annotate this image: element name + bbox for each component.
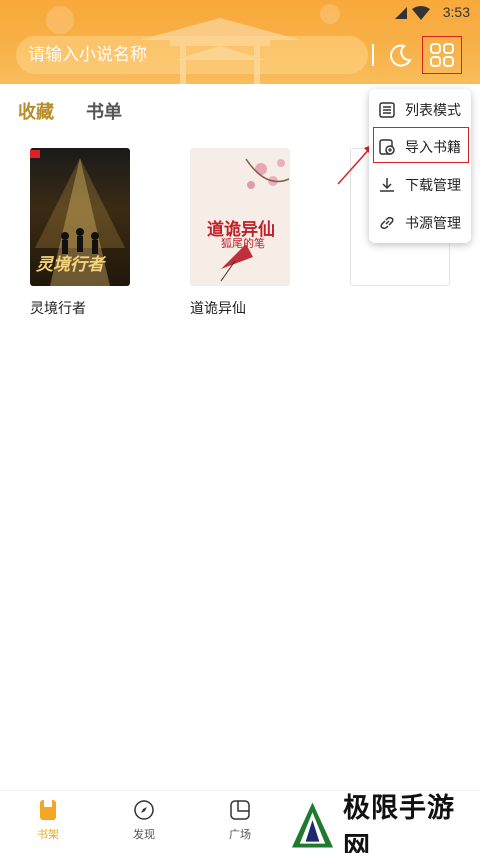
link-icon [380,216,394,230]
book-title: 道诡异仙 [190,301,246,317]
moon-icon[interactable] [388,42,414,68]
nav-label: 书架 [37,828,59,841]
search-divider [372,44,374,66]
nav-item-discover[interactable]: 发现 [120,799,168,847]
signal-icon [395,7,407,19]
book-item[interactable]: 道诡异仙 狐尾的笔 道诡异仙 [190,148,290,318]
status-bar: 3:53 [0,0,480,26]
site-watermark: 极限手游网 [284,793,480,853]
book-item[interactable]: 灵境行者 灵境行者 [30,148,130,318]
menu-item-source-manager[interactable]: 书源管理 [369,204,471,242]
menu-item-download-manager[interactable]: 下载管理 [369,166,471,204]
nav-label: 广场 [229,828,251,841]
square-icon [230,800,250,820]
grid-menu-button[interactable] [422,36,462,74]
menu-item-label: 列表模式 [405,103,461,119]
tab-favorites[interactable]: 收藏 [18,98,54,124]
app-header: 3:53 [0,0,480,84]
cover-subtitle: 狐尾的笔 [221,237,265,250]
menu-item-label: 下载管理 [405,178,461,194]
wifi-icon [412,6,430,20]
cover-text: 灵境行者 [36,255,104,275]
tab-booklist[interactable]: 书单 [86,98,122,124]
book-cover[interactable]: 道诡异仙 狐尾的笔 [190,148,290,286]
book-title: 灵境行者 [30,301,86,317]
grid-icon [430,43,454,67]
nav-item-bookshelf[interactable]: 书架 [24,799,72,847]
highlight-box [373,127,469,163]
compass-icon [134,800,154,820]
search-input[interactable] [28,36,328,74]
download-icon [380,178,394,192]
nav-label: 发现 [133,828,155,841]
watermark-text: 极限手游网 [342,792,455,853]
menu-item-list-mode[interactable]: 列表模式 [369,91,471,129]
book-cover[interactable]: 灵境行者 [30,148,130,286]
nav-item-square[interactable]: 广场 [216,799,264,847]
list-icon [379,102,395,118]
search-bar[interactable] [16,36,368,74]
dropdown-menu: 列表模式 导入书籍 下载管理 书源管理 [369,89,471,243]
menu-item-label: 书源管理 [405,216,461,232]
status-time: 3:53 [442,4,470,20]
bookshelf-icon [40,800,56,820]
watermark-logo-icon [291,801,334,848]
